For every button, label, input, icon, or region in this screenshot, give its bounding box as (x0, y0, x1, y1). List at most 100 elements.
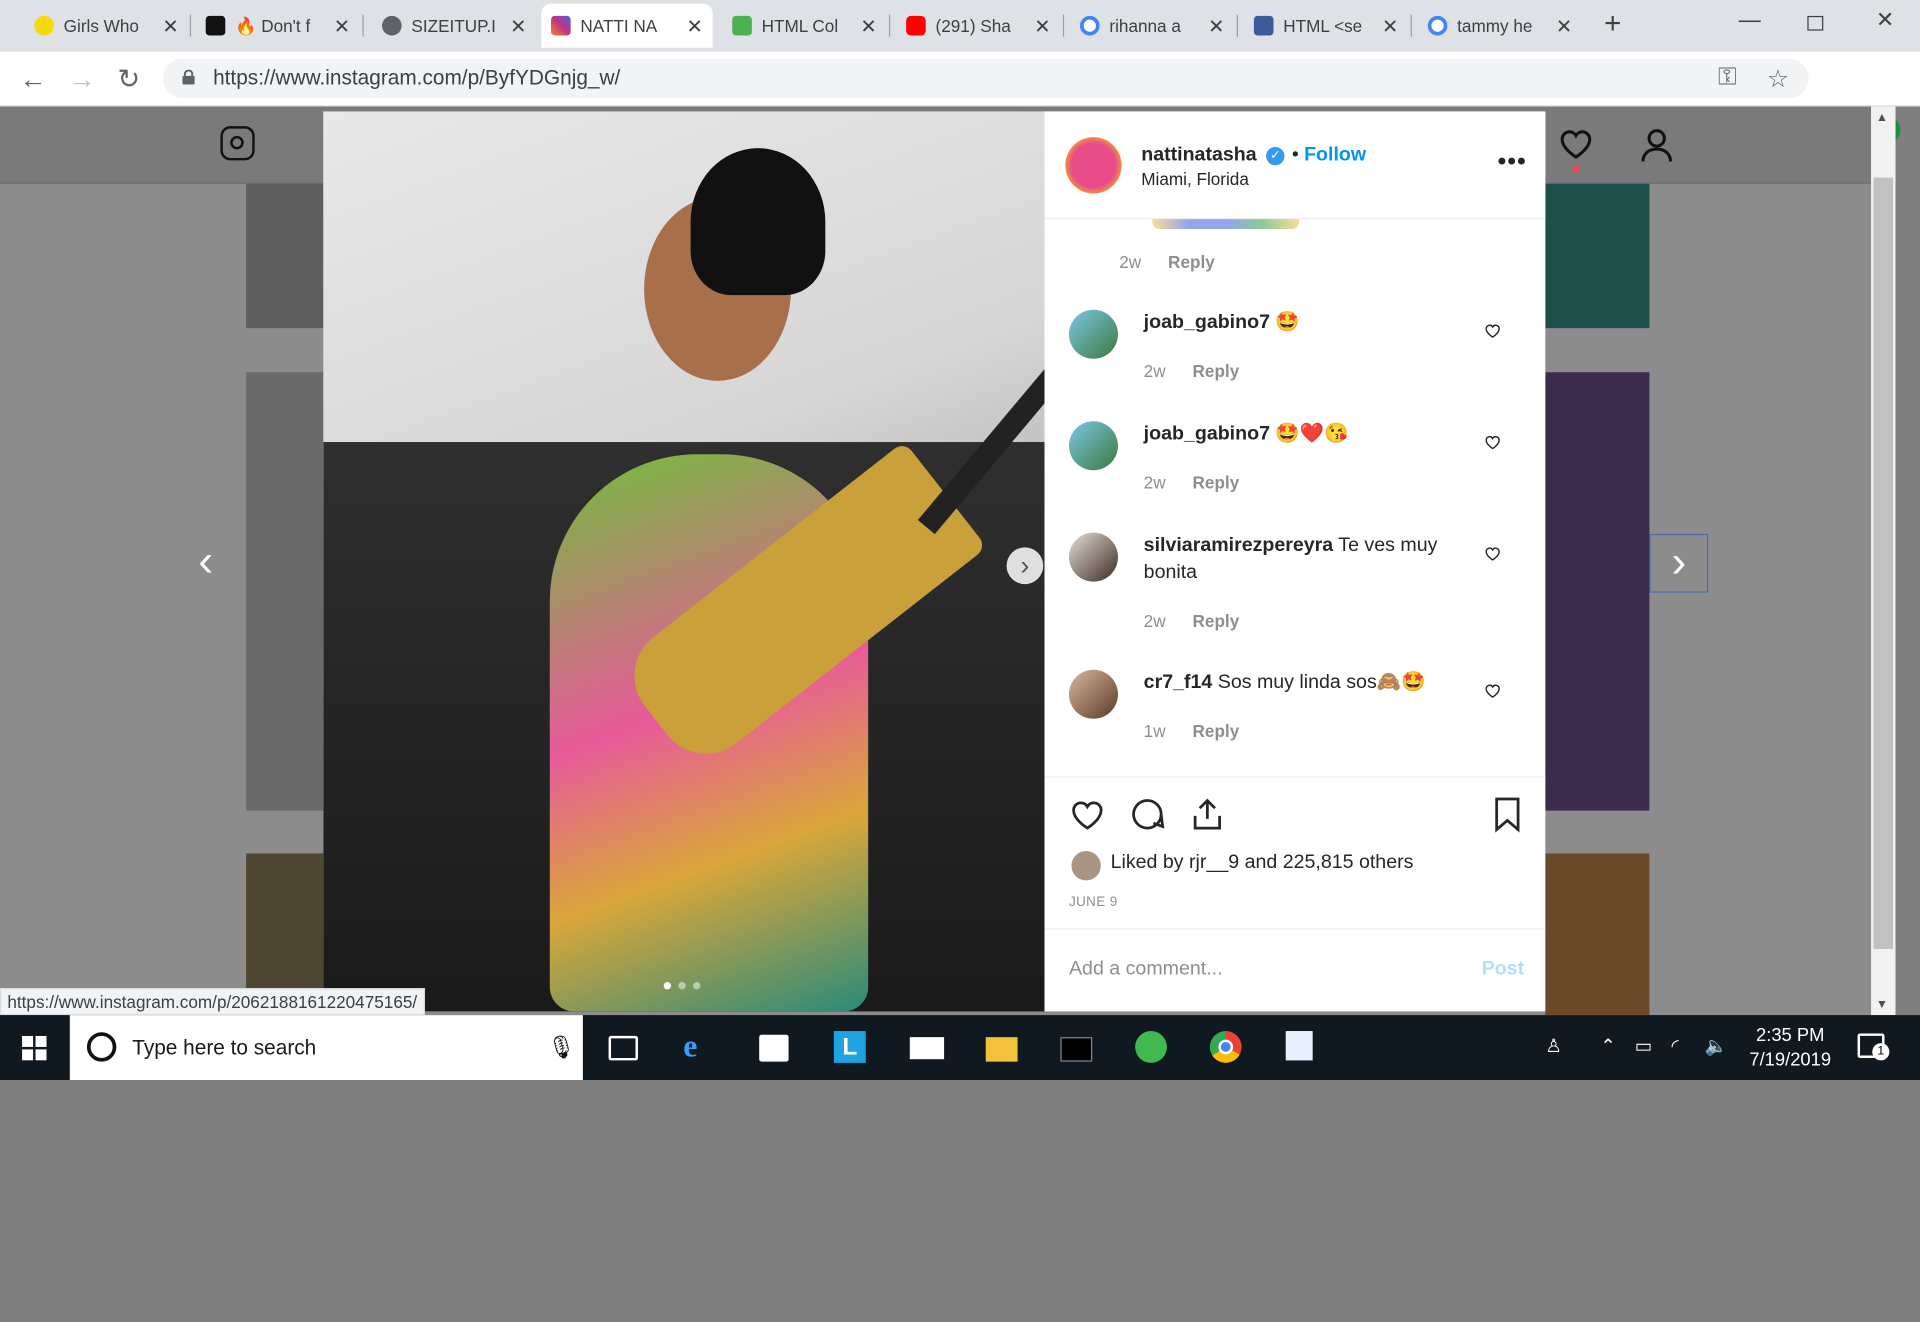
comment-body: Sos muy linda sos🙈🤩 (1217, 672, 1426, 694)
reply-button[interactable]: Reply (1193, 473, 1240, 493)
commenter-avatar[interactable] (1068, 421, 1118, 471)
scroll-up-arrow-icon[interactable]: ▲ (1876, 111, 1888, 124)
scroll-down-arrow-icon[interactable]: ▼ (1876, 998, 1888, 1011)
comment-bubble-icon[interactable] (1129, 796, 1166, 833)
system-clock[interactable]: 2:35 PM 7/19/2019 (1741, 1024, 1839, 1073)
author-avatar[interactable] (1065, 137, 1122, 194)
action-center-icon[interactable]: 1 (1857, 1033, 1890, 1061)
close-tab-icon[interactable]: ✕ (860, 15, 876, 39)
close-tab-icon[interactable]: ✕ (1208, 15, 1224, 39)
minimize-icon[interactable]: — (1739, 7, 1761, 33)
tab-favicon-icon (1253, 15, 1274, 36)
commenter-avatar[interactable] (1068, 532, 1118, 582)
like-comment-heart-icon[interactable] (1484, 433, 1501, 450)
browser-tab[interactable]: tammy he ✕ (1418, 4, 1582, 48)
share-icon[interactable] (1189, 796, 1226, 833)
atom-editor-icon[interactable] (1135, 1031, 1167, 1063)
taskbar-search-box[interactable]: Type here to search 🎙 (69, 1015, 583, 1081)
address-bar[interactable]: https://www.instagram.com/p/ByfYDGnjg_w/… (162, 58, 1809, 98)
grid-thumbnail[interactable] (1545, 372, 1650, 811)
scrollbar-thumb[interactable] (1873, 177, 1894, 949)
reply-button[interactable]: Reply (1193, 611, 1240, 631)
post-comment-button[interactable]: Post (1482, 959, 1524, 981)
people-icon[interactable]: ♙ (1545, 1035, 1561, 1057)
file-explorer-icon[interactable] (985, 1037, 1018, 1062)
browser-tab[interactable]: Girls Who ✕ (24, 4, 188, 48)
browser-tab[interactable]: (291) Sha ✕ (896, 4, 1060, 48)
microphone-icon[interactable]: 🎙 (547, 1035, 575, 1061)
close-tab-icon[interactable]: ✕ (1556, 15, 1572, 39)
commenter-username[interactable]: cr7_f14 (1144, 672, 1213, 693)
commenter-username[interactable]: silviaramirezpereyra (1144, 535, 1334, 556)
like-heart-icon[interactable] (1069, 796, 1106, 833)
close-tab-icon[interactable]: ✕ (686, 15, 702, 39)
like-comment-heart-icon[interactable] (1484, 545, 1501, 562)
document-app-icon[interactable] (1285, 1031, 1313, 1061)
edge-browser-icon[interactable]: e (683, 1030, 715, 1063)
close-tab-icon[interactable]: ✕ (510, 15, 526, 39)
battery-icon[interactable]: ▭ (1635, 1035, 1652, 1057)
close-tab-icon[interactable]: ✕ (1034, 15, 1050, 39)
browser-tab[interactable]: 🔥 Don't f ✕ (196, 4, 360, 48)
show-hidden-icons-chevron-icon[interactable]: ⌃ (1600, 1035, 1615, 1057)
reply-button[interactable]: Reply (1193, 361, 1240, 381)
chrome-icon[interactable] (1209, 1031, 1242, 1063)
profile-icon[interactable] (1638, 126, 1675, 169)
author-username[interactable]: nattinatasha (1141, 144, 1256, 166)
follow-button[interactable]: Follow (1304, 144, 1366, 166)
wifi-icon[interactable]: ◜ (1671, 1035, 1678, 1057)
task-view-icon[interactable] (608, 1035, 638, 1061)
reply-button[interactable]: Reply (1168, 252, 1215, 272)
commenter-username[interactable]: joab_gabino7 (1144, 312, 1270, 333)
mail-icon[interactable] (909, 1037, 945, 1060)
terminal-icon[interactable] (1060, 1037, 1093, 1062)
browser-tab[interactable]: rihanna a ✕ (1070, 4, 1234, 48)
page-scrollbar[interactable]: ▲ ▼ (1871, 106, 1896, 1016)
grid-thumbnail[interactable] (1545, 853, 1650, 1016)
close-tab-icon[interactable]: ✕ (334, 15, 350, 39)
bookmark-star-icon[interactable]: ☆ (1767, 64, 1789, 95)
comment-input[interactable]: Add a comment... (1069, 959, 1223, 981)
close-window-icon[interactable]: ✕ (1876, 7, 1894, 33)
like-comment-heart-icon[interactable] (1484, 682, 1501, 699)
liker-avatar[interactable] (1071, 851, 1101, 881)
close-tab-icon[interactable]: ✕ (1382, 15, 1398, 39)
back-arrow-icon[interactable]: ← (20, 64, 47, 96)
post-location[interactable]: Miami, Florida (1141, 169, 1249, 189)
instagram-logo-icon[interactable] (220, 126, 255, 161)
browser-tab-active[interactable]: NATTI NA ✕ (541, 3, 713, 48)
reload-icon[interactable]: ↻ (118, 64, 141, 96)
save-bookmark-icon[interactable] (1489, 796, 1526, 833)
commenter-avatar[interactable] (1068, 309, 1118, 359)
post-date[interactable]: JUNE 9 (1069, 895, 1118, 910)
likes-count[interactable]: Liked by rjr__9 and 225,815 others (1111, 852, 1414, 874)
post-photo[interactable]: › (323, 111, 1045, 1012)
grid-thumbnail[interactable] (246, 372, 325, 811)
browser-tab[interactable]: HTML Col ✕ (722, 4, 886, 48)
more-options-icon[interactable]: ••• (1498, 148, 1527, 176)
commenter-username[interactable]: joab_gabino7 (1144, 424, 1270, 445)
windows-start-icon[interactable] (22, 1035, 47, 1061)
browser-tab[interactable]: HTML <se ✕ (1244, 4, 1408, 48)
volume-icon[interactable]: 🔈 (1705, 1035, 1728, 1057)
previous-post-chevron-icon[interactable]: ‹ (198, 535, 213, 586)
browser-tab[interactable]: SIZEITUP.I ✕ (372, 4, 536, 48)
commenter-avatar[interactable] (1068, 669, 1118, 719)
restore-icon[interactable] (1807, 15, 1824, 31)
post-actions: Liked by rjr__9 and 225,815 others JUNE … (1044, 776, 1546, 928)
search-placeholder: Type here to search (132, 1035, 317, 1060)
comment-time: 2w (1143, 361, 1166, 381)
new-tab-button[interactable]: + (1604, 7, 1621, 41)
carousel-next-icon[interactable]: › (1006, 547, 1044, 585)
reply-button[interactable]: Reply (1193, 721, 1240, 741)
grid-thumbnail[interactable] (1545, 183, 1650, 329)
next-post-chevron-icon[interactable]: › (1649, 533, 1709, 593)
activity-heart-icon[interactable] (1558, 126, 1595, 173)
app-l-icon[interactable]: L (833, 1031, 866, 1063)
key-icon[interactable]: ⚿ (1718, 64, 1737, 92)
like-comment-heart-icon[interactable] (1484, 322, 1501, 339)
close-tab-icon[interactable]: ✕ (162, 15, 178, 39)
store-icon[interactable] (759, 1034, 789, 1062)
grid-thumbnail[interactable] (246, 183, 325, 329)
forward-arrow-icon[interactable]: → (69, 64, 96, 96)
